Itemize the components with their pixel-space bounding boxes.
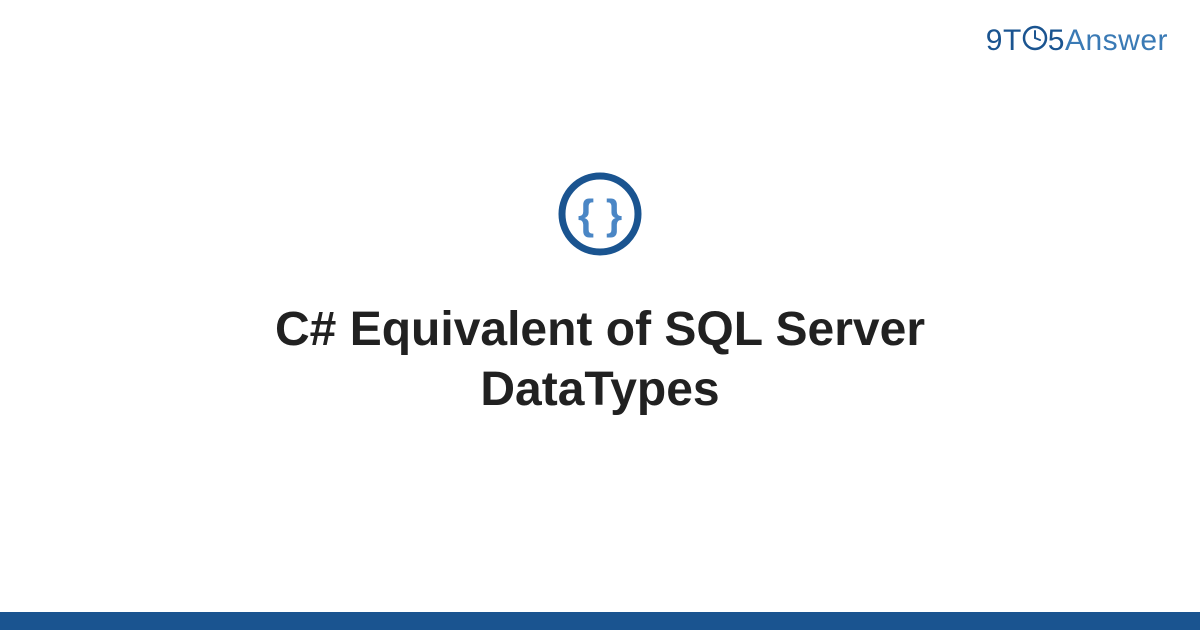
- footer-accent-bar: [0, 612, 1200, 630]
- svg-text:{ }: { }: [578, 191, 622, 238]
- code-braces-icon: { }: [557, 171, 643, 262]
- page-title: C# Equivalent of SQL Server DataTypes: [150, 300, 1050, 420]
- main-content: { } C# Equivalent of SQL Server DataType…: [0, 0, 1200, 630]
